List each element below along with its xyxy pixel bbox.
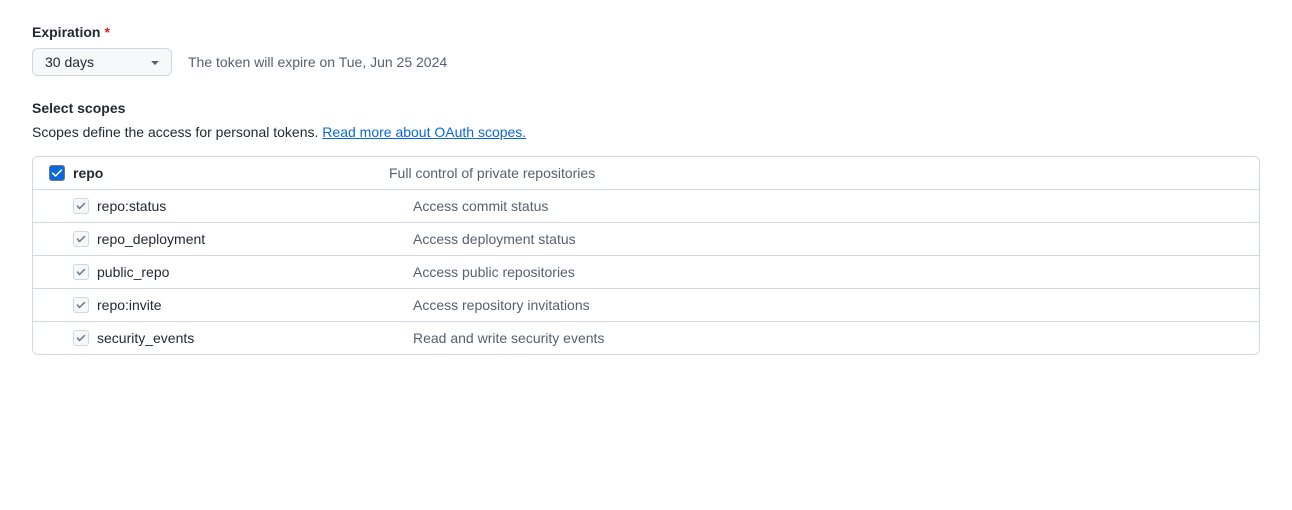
scopes-title: Select scopes (32, 100, 1260, 116)
scopes-section: Select scopes Scopes define the access f… (32, 100, 1260, 355)
scope-name-col-security-events: security_events (73, 330, 413, 346)
scope-label-repo-status: repo:status (97, 198, 166, 214)
checkbox-repo-invite[interactable] (73, 297, 89, 313)
expiration-section: Expiration * 7 days 30 days 60 days 90 d… (32, 24, 1260, 76)
scope-desc-repo-deployment: Access deployment status (413, 231, 576, 247)
expiration-row: 7 days 30 days 60 days 90 days Custom No… (32, 48, 1260, 76)
checkbox-repo-deployment[interactable] (73, 231, 89, 247)
expiration-hint: The token will expire on Tue, Jun 25 202… (188, 54, 447, 70)
scope-name-col-repo-status: repo:status (73, 198, 413, 214)
scopes-table: repo Full control of private repositorie… (32, 156, 1260, 355)
expiration-select[interactable]: 7 days 30 days 60 days 90 days Custom No… (32, 48, 172, 76)
scope-label-repo: repo (73, 165, 103, 181)
scopes-description: Scopes define the access for personal to… (32, 124, 1260, 140)
scope-row-repo-invite: repo:invite Access repository invitation… (33, 289, 1259, 322)
scope-name-col-public-repo: public_repo (73, 264, 413, 280)
scope-desc-public-repo: Access public repositories (413, 264, 575, 280)
scope-row-repo-deployment: repo_deployment Access deployment status (33, 223, 1259, 256)
checkbox-public-repo[interactable] (73, 264, 89, 280)
scope-desc-repo: Full control of private repositories (389, 165, 595, 181)
checkbox-repo[interactable] (49, 165, 65, 181)
expiration-label-text: Expiration (32, 24, 100, 40)
scope-desc-repo-invite: Access repository invitations (413, 297, 590, 313)
scope-row-repo: repo Full control of private repositorie… (33, 157, 1259, 190)
scope-label-repo-deployment: repo_deployment (97, 231, 205, 247)
scope-row-public-repo: public_repo Access public repositories (33, 256, 1259, 289)
scope-name-col-repo: repo (49, 165, 389, 181)
oauth-scopes-link[interactable]: Read more about OAuth scopes. (322, 124, 526, 140)
scope-name-col-repo-invite: repo:invite (73, 297, 413, 313)
required-indicator: * (104, 24, 109, 40)
scope-label-security-events: security_events (97, 330, 194, 346)
checkbox-repo-status[interactable] (73, 198, 89, 214)
checkbox-security-events[interactable] (73, 330, 89, 346)
scope-label-public-repo: public_repo (97, 264, 169, 280)
scope-desc-repo-status: Access commit status (413, 198, 548, 214)
scope-name-col-repo-deployment: repo_deployment (73, 231, 413, 247)
scope-row-repo-status: repo:status Access commit status (33, 190, 1259, 223)
expiration-label: Expiration * (32, 24, 1260, 40)
scope-row-security-events: security_events Read and write security … (33, 322, 1259, 354)
expiration-select-wrapper: 7 days 30 days 60 days 90 days Custom No… (32, 48, 172, 76)
scope-label-repo-invite: repo:invite (97, 297, 162, 313)
scope-desc-security-events: Read and write security events (413, 330, 604, 346)
scopes-description-text: Scopes define the access for personal to… (32, 124, 318, 140)
